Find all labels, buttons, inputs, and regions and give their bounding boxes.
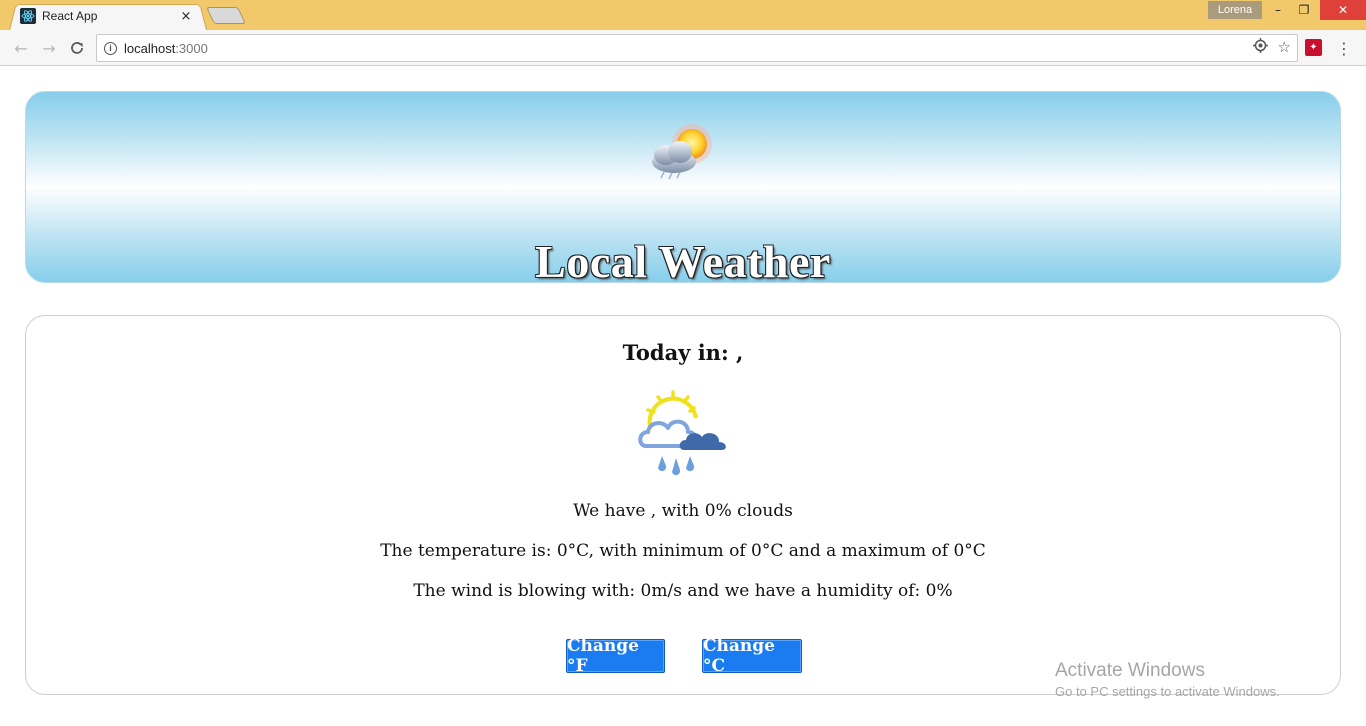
watermark-subtitle: Go to PC settings to activate Windows. [1055,684,1280,699]
temperature-text: The temperature is: 0°C, with minimum of… [380,541,986,561]
star-icon[interactable]: ☆ [1278,38,1291,57]
weather-header-banner: Local Weather [25,91,1341,283]
change-fahrenheit-button[interactable]: Change °F [566,636,665,676]
wind-humidity-text: The wind is blowing with: 0m/s and we ha… [413,581,953,601]
activate-windows-watermark: Activate Windows Go to PC settings to ac… [1055,660,1280,699]
maximize-icon[interactable]: ❐ [1290,0,1318,20]
description-text: We have , with 0% clouds [573,501,793,521]
url-text[interactable]: localhost:3000 [124,41,208,56]
watermark-title: Activate Windows [1055,660,1205,681]
react-favicon-icon [20,8,36,24]
url-port: :3000 [175,40,208,56]
forward-arrow-icon[interactable]: → [37,36,61,60]
kebab-menu-icon[interactable]: ⋮ [1336,38,1352,58]
browser-toolbar: ← → i localhost:3000 ☆ ✦ ⋮ [0,30,1366,66]
address-bar[interactable]: i localhost:3000 ☆ [96,34,1298,62]
info-icon[interactable]: i [104,41,117,55]
extension-icon[interactable]: ✦ [1305,39,1322,56]
app-title: Local Weather [535,236,831,283]
location-target-icon[interactable] [1252,38,1268,57]
url-host: localhost [124,40,176,56]
browser-tab[interactable]: React App × [16,2,206,30]
reload-icon[interactable] [65,36,89,60]
tab-close-icon[interactable]: × [178,9,194,24]
new-tab-button[interactable] [206,7,246,24]
weather-card: Today in: , We have , with 0% clouds The… [25,315,1341,695]
tab-title: React App [42,9,98,23]
sun-cloud-rain-icon [638,390,726,476]
today-heading: Today in: , [622,340,744,365]
partly-cloudy-sun-icon [652,124,712,180]
window-close-icon[interactable]: ✕ [1320,0,1366,20]
profile-badge[interactable]: Lorena [1208,1,1262,19]
browser-titlebar: React App × Lorena – ❐ ✕ [0,0,1366,30]
change-celsius-button[interactable]: Change °C [702,636,802,676]
minimize-icon[interactable]: – [1264,0,1292,20]
back-arrow-icon[interactable]: ← [9,36,33,60]
